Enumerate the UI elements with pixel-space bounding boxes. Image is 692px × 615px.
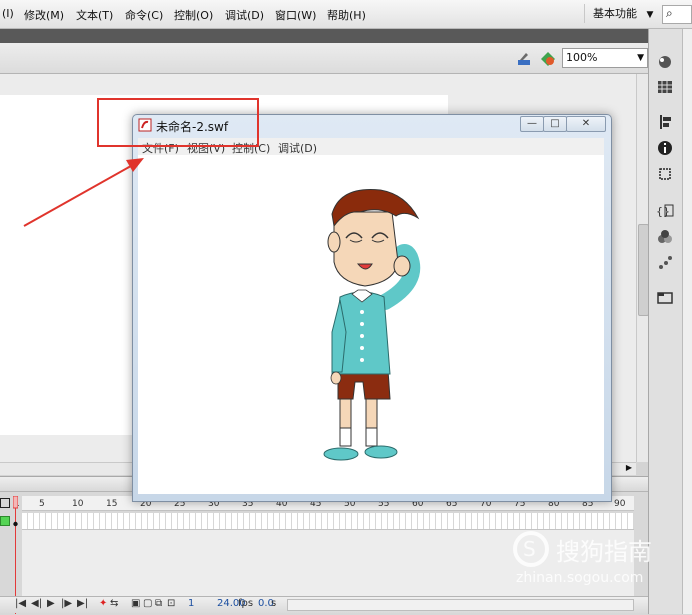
- help-search-input[interactable]: ⌕: [662, 5, 692, 24]
- edit-scene-icon[interactable]: [538, 49, 558, 67]
- last-frame-icon[interactable]: ▶|: [77, 598, 88, 609]
- document-tab-strip: [0, 29, 648, 43]
- color-panel-icon[interactable]: [653, 52, 677, 72]
- ruler-tick: 10: [72, 499, 84, 509]
- motion-presets-icon[interactable]: [653, 253, 677, 273]
- watermark: S 搜狗指南 zhinan.sogou.com: [512, 530, 682, 590]
- search-icon: ⌕: [666, 6, 673, 20]
- frame-rate-unit: fps: [238, 598, 254, 609]
- minimize-button[interactable]: —: [520, 116, 544, 132]
- onion-skin-icon[interactable]: ▣: [131, 598, 140, 609]
- library-panel-icon[interactable]: [653, 288, 677, 308]
- menu-item-text[interactable]: 文本(T): [76, 7, 113, 23]
- cartoon-boy-illustration: [323, 189, 421, 461]
- step-forward-icon[interactable]: |▶: [61, 598, 72, 609]
- chevron-down-icon: ▼: [637, 53, 644, 63]
- keyframe-icon[interactable]: [13, 518, 18, 527]
- ruler-tick: 5: [39, 499, 45, 509]
- ruler-tick: 90: [614, 499, 626, 509]
- edit-symbols-icon[interactable]: [516, 51, 534, 67]
- timeline-horizontal-scrollbar[interactable]: [287, 599, 634, 611]
- workspace-switcher[interactable]: 基本功能 ▼: [584, 4, 663, 23]
- menu-item-window[interactable]: 窗口(W): [275, 7, 316, 23]
- highlight-box: [97, 98, 259, 147]
- red-arrow-annotation: [23, 158, 144, 227]
- svg-text:S: S: [523, 537, 536, 561]
- components-panel-icon[interactable]: [653, 227, 677, 247]
- first-frame-icon[interactable]: |◀: [15, 598, 26, 609]
- menu-item-help[interactable]: 帮助(H): [327, 7, 366, 23]
- edit-multiple-frames-icon[interactable]: ⧉: [155, 598, 162, 609]
- align-panel-icon[interactable]: [653, 112, 677, 132]
- ruler-tick: 15: [106, 499, 118, 509]
- code-snippets-icon[interactable]: {}: [653, 201, 677, 221]
- properties-panel-collapsed[interactable]: [682, 29, 692, 614]
- menu-item-commands[interactable]: 命令(C): [125, 7, 163, 23]
- play-icon[interactable]: ▶: [47, 598, 55, 609]
- outline-toggle-icon[interactable]: [0, 498, 10, 508]
- modify-markers-icon[interactable]: ⊡: [167, 598, 175, 609]
- transform-panel-icon[interactable]: [653, 164, 677, 184]
- loop-icon[interactable]: ⇆: [110, 598, 118, 609]
- elapsed-time-unit: s: [271, 598, 277, 609]
- workspace-label: 基本功能: [593, 7, 637, 20]
- chevron-down-icon: ▼: [646, 10, 654, 20]
- menu-item-control[interactable]: 控制(O): [174, 7, 213, 23]
- menu-item-modify[interactable]: 修改(M): [24, 7, 64, 23]
- onion-outlines-icon[interactable]: ▢: [143, 598, 152, 609]
- menu-bar: (I) 修改(M) 文本(T) 命令(C) 控制(O) 调试(D) 窗口(W) …: [0, 0, 692, 29]
- layer-frames-row[interactable]: [22, 513, 634, 530]
- watermark-url: zhinan.sogou.com: [516, 570, 644, 586]
- zoom-select[interactable]: 100% ▼: [562, 48, 648, 68]
- menu-item-insert[interactable]: (I): [2, 7, 14, 20]
- menu-item-debug[interactable]: 调试(D): [225, 7, 264, 23]
- edit-bar: 100% ▼: [0, 43, 648, 74]
- swf-menu-debug[interactable]: 调试(D): [278, 140, 317, 156]
- close-button[interactable]: ✕: [566, 116, 606, 132]
- step-back-icon[interactable]: ◀|: [31, 598, 42, 609]
- center-frame-icon[interactable]: ✦: [99, 598, 107, 609]
- current-frame: 1: [188, 598, 195, 609]
- watermark-brand: 搜狗指南: [556, 538, 652, 566]
- sogou-logo-icon: S: [513, 531, 549, 567]
- scroll-right-arrow-icon[interactable]: ▶: [626, 463, 632, 472]
- info-panel-icon[interactable]: [653, 138, 677, 158]
- zoom-value: 100%: [566, 51, 598, 64]
- layer-color-icon[interactable]: [0, 516, 10, 526]
- maximize-button[interactable]: □: [543, 116, 567, 132]
- swatches-panel-icon[interactable]: [653, 77, 677, 97]
